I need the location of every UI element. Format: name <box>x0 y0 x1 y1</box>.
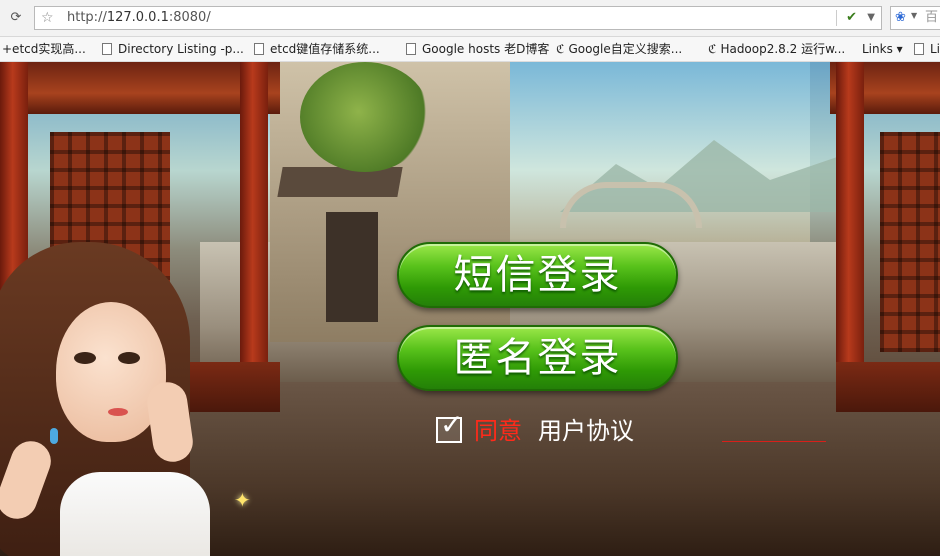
url-scheme: http:// <box>67 10 107 25</box>
bookmark-item[interactable]: Google hosts 老D博客 <box>406 40 549 58</box>
caret-down-icon[interactable]: ▼ <box>911 11 917 20</box>
bookmark-item[interactable]: Li <box>914 40 940 58</box>
url-host: 127.0.0.1 <box>106 10 169 25</box>
bookmark-item[interactable]: Directory Listing -p... <box>102 40 244 58</box>
character-eye <box>74 352 96 364</box>
baidu-paw-icon[interactable]: ❀ <box>895 10 906 26</box>
link-icon: ℭ <box>708 42 717 56</box>
bookmark-label: etcd键值存储系统... <box>270 42 380 56</box>
bookmarks-bar: +etcd实现高... Directory Listing -p... etcd… <box>0 37 940 62</box>
bookmark-label: Li <box>930 42 940 56</box>
plugin-icon[interactable]: ✔ <box>846 10 857 26</box>
page-icon <box>102 43 112 55</box>
left-roof-beam <box>0 62 280 114</box>
browser-toolbar: ⟳ ☆ http://127.0.0.1:8080/ ✔ ▼ ❀ ▼ 百 <box>0 0 940 37</box>
user-agreement-link[interactable]: 用户协议 <box>538 415 634 447</box>
background-tree <box>300 62 430 172</box>
character-eye <box>118 352 140 364</box>
agree-label[interactable]: 同意 <box>474 415 522 447</box>
right-lattice-window <box>880 132 940 352</box>
sparkle-icon: ✦ <box>234 488 251 512</box>
agree-checkbox[interactable]: ✓ <box>436 411 463 443</box>
background-bridge <box>560 182 702 228</box>
character-earring <box>50 428 58 444</box>
bookmark-label: +etcd实现高... <box>2 42 86 56</box>
right-railing <box>836 362 940 412</box>
bookmark-label: Google hosts 老D博客 <box>422 42 550 56</box>
address-divider <box>836 10 837 26</box>
bookmark-item[interactable]: etcd键值存储系统... <box>254 40 380 58</box>
anonymous-login-button[interactable]: 匿名登录 <box>397 325 678 391</box>
bookmark-item[interactable]: ℭ Google自定义搜索... <box>556 40 682 58</box>
search-placeholder[interactable]: 百 <box>925 10 938 26</box>
bookmark-item[interactable]: +etcd实现高... <box>2 40 86 58</box>
game-canvas[interactable]: ✦ <box>0 62 940 556</box>
bookmark-links-folder[interactable]: Links ▾ <box>862 40 903 58</box>
url-port-path: :8080/ <box>168 10 211 25</box>
bookmark-label: Hadoop2.8.2 运行w... <box>720 42 846 56</box>
red-underline <box>722 441 826 442</box>
bookmark-item[interactable]: ℭ Hadoop2.8.2 运行w... <box>708 40 845 58</box>
bookmark-label: Google自定义搜索... <box>568 42 683 56</box>
reload-icon[interactable]: ⟳ <box>8 10 24 26</box>
house-roof <box>277 167 403 197</box>
chevron-down-icon[interactable]: ▼ <box>867 10 875 26</box>
bookmark-label: Directory Listing -p... <box>118 42 244 56</box>
page-icon <box>914 43 924 55</box>
star-icon[interactable]: ☆ <box>41 10 54 26</box>
left-pillar <box>240 62 268 402</box>
checkmark-icon: ✓ <box>440 408 464 441</box>
bookmark-label: Links ▾ <box>862 42 903 56</box>
page-icon <box>254 43 264 55</box>
character-illustration <box>0 212 230 556</box>
address-url[interactable]: http://127.0.0.1:8080/ <box>67 10 211 26</box>
address-bar[interactable]: ☆ http://127.0.0.1:8080/ ✔ ▼ <box>34 6 882 30</box>
search-box[interactable]: ❀ ▼ 百 <box>890 6 940 30</box>
page-icon <box>406 43 416 55</box>
right-pillar <box>836 62 864 402</box>
link-icon: ℭ <box>556 42 565 56</box>
house-door <box>326 212 378 322</box>
character-lips <box>108 408 128 416</box>
sms-login-button[interactable]: 短信登录 <box>397 242 678 308</box>
character-dress <box>60 472 210 556</box>
